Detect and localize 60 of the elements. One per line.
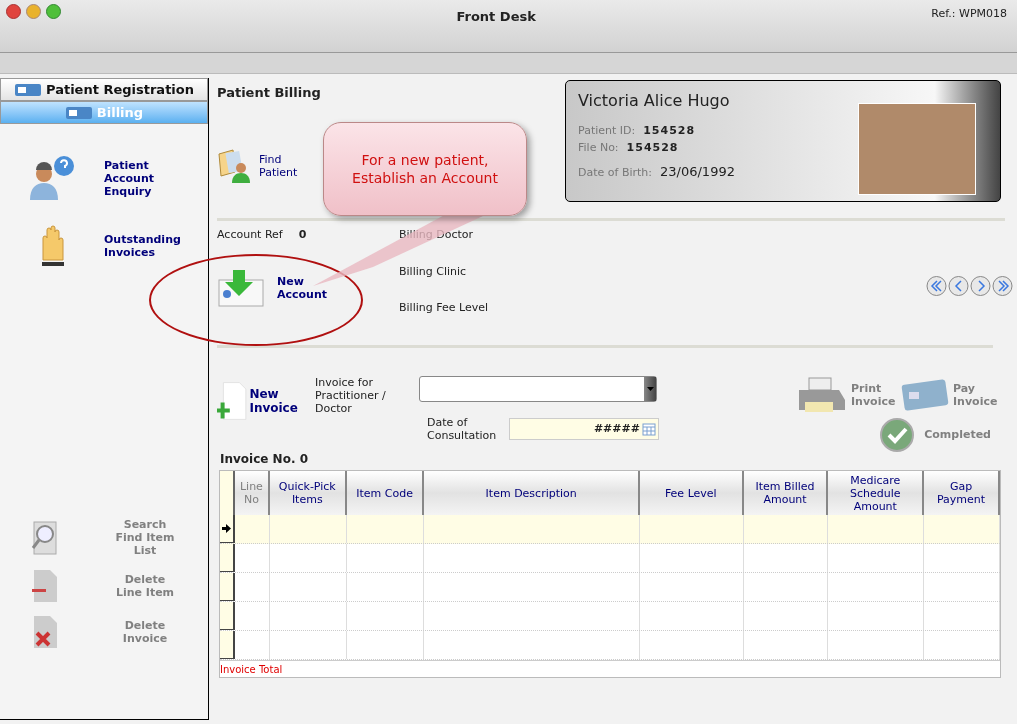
column-header[interactable]: Fee Level — [639, 471, 744, 515]
sidebar-tab[interactable]: Patient Registration — [0, 78, 208, 101]
column-header[interactable]: Item Billed Amount — [743, 471, 829, 515]
next-page-button[interactable] — [970, 275, 991, 297]
practitioner-dropdown[interactable] — [419, 376, 657, 402]
new-account-link[interactable]: New Account — [277, 274, 327, 301]
field-label: Account Ref — [217, 227, 283, 243]
column-header[interactable]: Item Code — [346, 471, 425, 515]
document-minus-icon — [32, 569, 58, 603]
invoice-number: Invoice No. 0 — [220, 452, 308, 466]
new-invoice-link[interactable]: New Invoice — [249, 387, 315, 415]
document-cross-icon — [32, 615, 58, 649]
calendar-icon — [642, 422, 656, 436]
field-label: File No: — [578, 139, 619, 156]
field-label: Patient ID: — [578, 123, 636, 139]
check-circle-icon — [880, 418, 915, 452]
dropdown-arrow-icon — [646, 387, 654, 391]
callout-bubble: For a new patient, Establish an Account — [323, 122, 527, 216]
sidebar-link[interactable]: Patient Account Enquiry — [104, 158, 194, 198]
status-label: Completed — [924, 426, 991, 443]
field-label: Invoice for Practitioner / Doctor — [315, 376, 387, 417]
last-page-button[interactable] — [992, 275, 1013, 297]
minimize-button[interactable] — [26, 4, 41, 19]
field-label: Billing Fee Level — [399, 300, 489, 316]
row-header-corner — [220, 471, 235, 515]
previous-page-button[interactable] — [948, 275, 969, 297]
section-heading: Patient Billing — [217, 84, 322, 102]
book-person-icon — [217, 148, 253, 184]
first-page-button[interactable] — [926, 275, 947, 297]
window-title: Front Desk — [456, 9, 536, 24]
column-header[interactable]: Medicare Schedule Amount — [828, 471, 925, 515]
row-pointer-icon — [222, 524, 231, 533]
table-row[interactable] — [220, 573, 1000, 602]
table-row[interactable] — [220, 631, 1000, 660]
date-field[interactable]: ##### — [509, 418, 659, 440]
field-value: 154528 — [643, 123, 696, 139]
column-header[interactable]: Gap Payment — [924, 471, 1000, 515]
card-download-icon — [217, 267, 265, 308]
sidebar-link[interactable]: Outstanding Invoices — [104, 233, 194, 259]
magnifier-document-icon — [30, 519, 60, 556]
table-row[interactable] — [220, 515, 1000, 544]
field-label: Date of Consultation — [427, 416, 498, 442]
patient-name: Victoria Alice Hugo — [578, 90, 731, 112]
reference-label: Ref.: WPM018 — [931, 6, 1008, 22]
field-value: 23/06/1992 — [660, 163, 735, 181]
printer-icon — [797, 376, 847, 414]
table-row[interactable] — [220, 602, 1000, 631]
invoice-total-label: Invoice Total — [220, 662, 283, 677]
column-header[interactable]: Item Description — [424, 471, 640, 515]
field-value: 0 — [298, 227, 307, 243]
card-icon — [64, 104, 93, 121]
zoom-button[interactable] — [46, 4, 61, 19]
table-row[interactable] — [220, 544, 1000, 573]
column-header[interactable]: Quick-Pick Items — [269, 471, 347, 515]
card-icon — [14, 81, 42, 98]
find-patient-link[interactable]: Find Patient — [259, 153, 299, 179]
field-label: Date of Birth: — [578, 165, 652, 181]
field-value: 154528 — [626, 139, 679, 156]
close-button[interactable] — [6, 4, 21, 19]
field-label: Billing Clinic — [399, 263, 468, 280]
